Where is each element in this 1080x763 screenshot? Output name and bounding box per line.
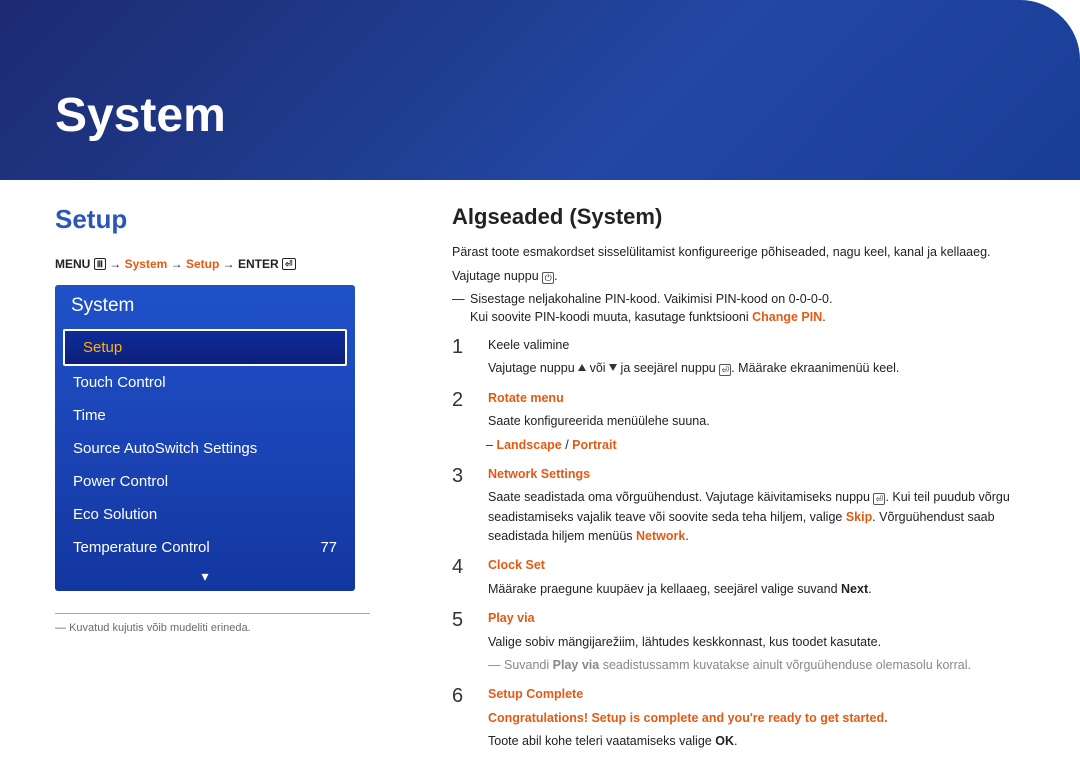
breadcrumb-setup: Setup [186, 257, 219, 271]
temperature-value: 77 [320, 539, 337, 556]
menu-item-source-autoswitch[interactable]: Source AutoSwitch Settings [55, 432, 355, 465]
up-arrow-icon [578, 364, 586, 371]
breadcrumb-menu-label: MENU [55, 257, 90, 271]
menu-item-eco-solution[interactable]: Eco Solution [55, 498, 355, 531]
page-header: System [0, 0, 1080, 180]
step-2: 2 Rotate menu Saate konfigureerida menüü… [452, 389, 1038, 459]
pin-note: ― Sisestage neljakohaline PIN-kood. Vaik… [452, 291, 1038, 326]
footnote: ― Kuvatud kujutis võib mudeliti erineda. [55, 622, 370, 634]
step-6-title: Setup Complete [488, 685, 1038, 704]
intro-text-2: Vajutage nuppu ⏻. [452, 268, 1038, 286]
enter-icon: ⏎ [873, 493, 885, 505]
step-6-congrats: Congratulations! Setup is complete and y… [488, 709, 1038, 728]
chevron-down-icon[interactable]: ▾ [55, 564, 355, 585]
down-arrow-icon [609, 364, 617, 371]
page-title: System [55, 88, 226, 143]
panel-title: System [55, 285, 355, 329]
step-5-title: Play via [488, 609, 1038, 628]
menu-item-time[interactable]: Time [55, 399, 355, 432]
section-heading-setup: Setup [55, 204, 370, 235]
step-6: 6 Setup Complete Congratulations! Setup … [452, 685, 1038, 755]
step-3-title: Network Settings [488, 465, 1038, 484]
intro-text-1: Pärast toote esmakordset sisselülitamist… [452, 244, 1038, 262]
enter-icon: ⏎ [282, 258, 296, 270]
menu-item-temperature-control[interactable]: Temperature Control 77 [55, 531, 355, 564]
enter-icon: ⏎ [719, 364, 731, 376]
power-icon: ⏻ [542, 272, 554, 284]
menu-icon: Ⅲ [94, 258, 106, 270]
system-menu-panel: System Setup Touch Control Time Source A… [55, 285, 355, 591]
menu-item-power-control[interactable]: Power Control [55, 465, 355, 498]
menu-item-setup[interactable]: Setup [63, 329, 347, 366]
breadcrumb-enter-label: ENTER [238, 257, 279, 271]
step-2-title: Rotate menu [488, 389, 1038, 408]
step-4-title: Clock Set [488, 556, 1038, 575]
divider [55, 613, 370, 614]
step-4: 4 Clock Set Määrake praegune kuupäev ja … [452, 556, 1038, 603]
step-1: 1 Keele valimine Vajutage nuppu või ja s… [452, 336, 1038, 383]
breadcrumb: MENU Ⅲ → System → Setup → ENTER ⏎ [55, 257, 370, 271]
right-heading: Algseaded (System) [452, 204, 1038, 230]
breadcrumb-system: System [125, 257, 168, 271]
menu-item-touch-control[interactable]: Touch Control [55, 366, 355, 399]
step-3: 3 Network Settings Saate seadistada oma … [452, 465, 1038, 551]
step-5: 5 Play via Valige sobiv mängijarežiim, l… [452, 609, 1038, 679]
